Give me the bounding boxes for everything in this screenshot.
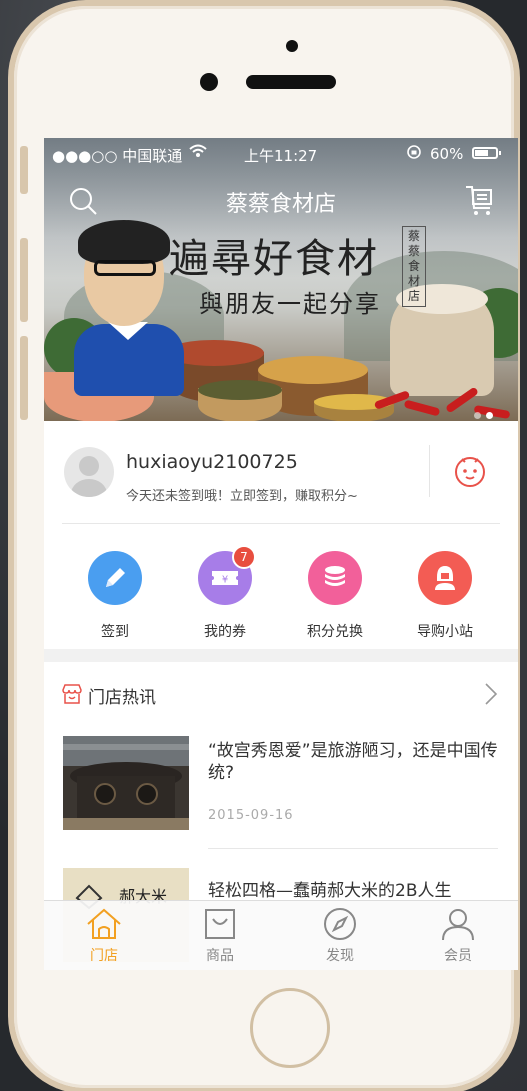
divider xyxy=(429,445,430,497)
cartoon-glasses xyxy=(94,260,156,276)
compass-icon xyxy=(324,908,356,940)
my-coupons-button[interactable]: ¥ 7 我的券 xyxy=(185,545,265,641)
wifi-icon xyxy=(189,144,207,162)
soybeans xyxy=(258,356,368,384)
points-exchange-label: 积分兑换 xyxy=(307,624,363,640)
tab-products-label: 商品 xyxy=(206,948,234,964)
seal-character: 蔡 xyxy=(407,244,420,258)
seal-character: 材 xyxy=(407,274,420,288)
pagination-dot-active[interactable] xyxy=(486,412,493,419)
store-title: 蔡蔡食材店 xyxy=(225,192,336,217)
ticket-icon: ¥ 7 xyxy=(198,545,256,605)
store-icon xyxy=(87,908,121,939)
pagination-dot[interactable] xyxy=(474,412,481,419)
banner-slogan-sub: 與朋友一起分享 xyxy=(199,290,381,318)
coins-icon xyxy=(308,551,362,605)
news-item-title: 轻松四格—蠢萌郝大米的2B人生 xyxy=(208,881,452,901)
signin-button[interactable]: 签到 xyxy=(75,551,155,641)
news-section-title: 门店热讯 xyxy=(88,688,156,708)
tab-store-label: 门店 xyxy=(90,948,118,964)
chevron-right-icon[interactable] xyxy=(484,682,498,706)
face-icon[interactable] xyxy=(452,453,488,489)
status-bar: ●●●○○ 中国联通 上午11:27 60% xyxy=(44,138,518,170)
shopping-guide-button[interactable]: 导购小站 xyxy=(405,551,485,641)
tab-discover[interactable]: 发现 xyxy=(300,907,380,965)
tab-member-label: 会员 xyxy=(444,948,472,964)
home-button[interactable] xyxy=(250,988,330,1068)
hero-banner[interactable]: 遍尋好食材 與朋友一起分享 蔡蔡食材店 ●●●○○ 中国联通 上午11:27 6… xyxy=(44,138,518,421)
earpiece-speaker xyxy=(246,75,336,89)
news-item-date: 2015-09-16 xyxy=(208,808,294,823)
member-icon xyxy=(442,909,474,941)
seal-character: 蔡 xyxy=(407,229,420,243)
carrier-label: ●●●○○ 中国联通 xyxy=(52,147,183,165)
chili xyxy=(403,399,441,417)
seal-character: 店 xyxy=(407,289,420,303)
tab-bar: 门店 商品 发现 会员 xyxy=(44,900,518,970)
guide-icon xyxy=(418,551,472,605)
rotation-lock-icon xyxy=(406,144,422,164)
cart-icon[interactable] xyxy=(464,184,494,216)
mute-switch xyxy=(20,146,28,194)
news-thumbnail xyxy=(63,736,189,830)
bag-icon xyxy=(205,909,235,939)
user-card: huxiaoyu2100725 今天还未签到哦！立即签到，赚取积分~ 签到 ¥ … xyxy=(44,421,518,649)
pencil-icon xyxy=(88,551,142,605)
svg-text:¥: ¥ xyxy=(222,575,228,586)
front-camera xyxy=(200,73,218,91)
my-coupons-label: 我的券 xyxy=(204,624,246,640)
tab-products[interactable]: 商品 xyxy=(180,907,260,965)
cartoon-hair xyxy=(78,220,170,264)
clock: 上午11:27 xyxy=(244,147,318,165)
battery-percent: 60% xyxy=(430,145,464,163)
battery-icon xyxy=(472,147,501,159)
volume-up-button xyxy=(20,238,28,322)
store-icon xyxy=(62,684,82,704)
banner-pagination[interactable] xyxy=(474,404,504,419)
username: huxiaoyu2100725 xyxy=(126,451,298,473)
tab-store[interactable]: 门店 xyxy=(64,907,144,965)
proximity-sensor xyxy=(286,40,298,52)
avatar[interactable] xyxy=(64,447,114,497)
points-exchange-button[interactable]: 积分兑换 xyxy=(295,551,375,641)
seal-character: 食 xyxy=(407,259,420,273)
mung-beans xyxy=(198,380,282,400)
signin-label: 签到 xyxy=(101,624,129,640)
signin-hint[interactable]: 今天还未签到哦！立即签到，赚取积分~ xyxy=(126,485,358,504)
coupon-count-badge: 7 xyxy=(232,545,256,569)
shopping-guide-label: 导购小站 xyxy=(417,624,473,640)
banner-slogan-main: 遍尋好食材 xyxy=(169,236,379,282)
app-screen: 遍尋好食材 與朋友一起分享 蔡蔡食材店 ●●●○○ 中国联通 上午11:27 6… xyxy=(44,138,518,970)
tab-member[interactable]: 会员 xyxy=(418,907,498,965)
tab-discover-label: 发现 xyxy=(326,948,354,964)
volume-down-button xyxy=(20,336,28,420)
banner-seal: 蔡蔡食材店 xyxy=(402,226,426,307)
divider xyxy=(62,523,500,524)
news-item-title: “故宫秀恩爱”是旅游陋习，还是中国传统? xyxy=(208,741,498,783)
divider xyxy=(208,848,498,849)
